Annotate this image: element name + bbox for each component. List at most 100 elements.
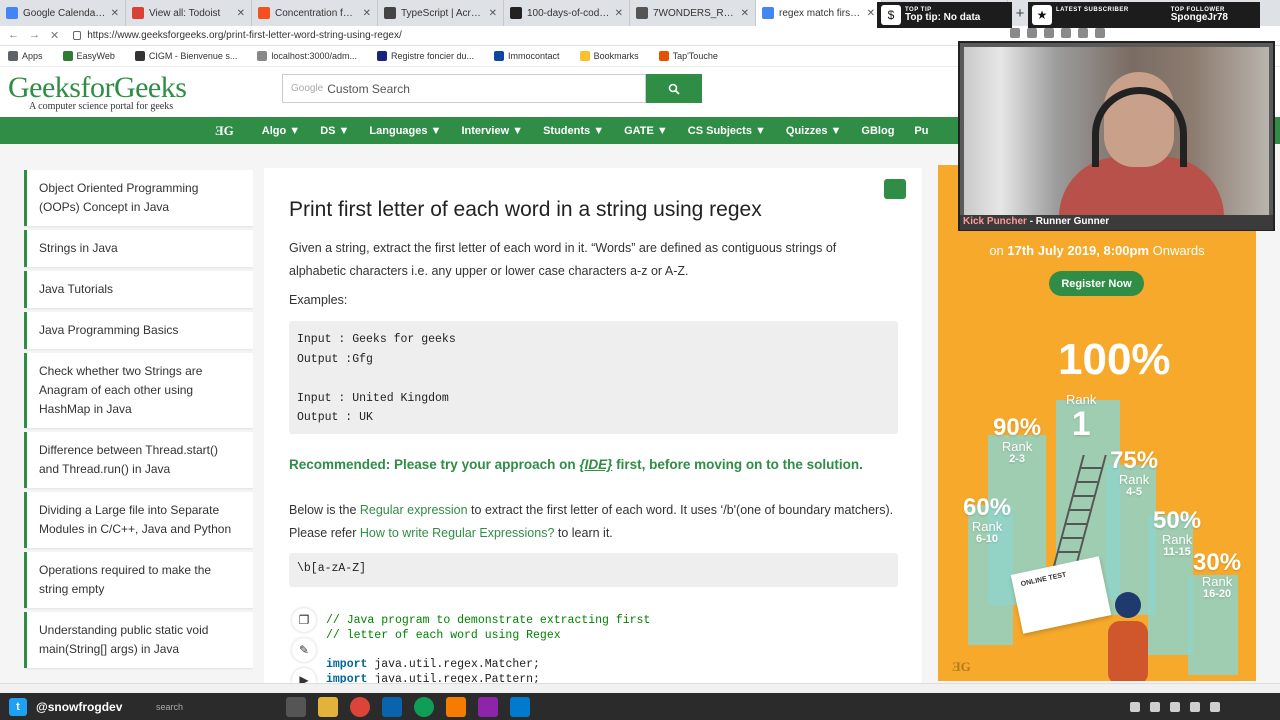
sidebar-item[interactable]: Check whether two Strings are Anagram of… (24, 353, 253, 428)
star-icon[interactable] (1027, 28, 1037, 38)
rank-pct: 30% (1193, 549, 1242, 576)
rank-pct: 50% (1153, 507, 1202, 534)
copy-icon[interactable]: ❐ (292, 608, 316, 632)
close-icon[interactable]: ✕ (363, 8, 371, 19)
tray-icon[interactable] (1210, 701, 1220, 712)
sidebar-item[interactable]: Java Programming Basics (24, 312, 253, 349)
sidebar-item[interactable]: Java Tutorials (24, 271, 253, 308)
nav-logo[interactable]: ƎG (215, 123, 234, 139)
nav-item[interactable]: Languages ▼ (369, 125, 441, 137)
bookmark-item[interactable]: CIGM - Bienvenue s... (134, 51, 237, 61)
rank-number: 2-3 (1009, 452, 1025, 465)
bookmark-item[interactable]: Apps (8, 51, 43, 61)
chrome-icon[interactable] (350, 696, 370, 717)
sidebar-item[interactable]: Difference between Thread.start() and Th… (24, 432, 253, 488)
search-button[interactable] (646, 74, 702, 103)
extension-icon[interactable] (1078, 28, 1088, 38)
tray-icon[interactable] (1150, 701, 1160, 712)
bookmark-item[interactable]: EasyWeb (62, 51, 115, 61)
nav-item[interactable]: Students ▼ (543, 125, 604, 137)
browser-tab[interactable]: View all: Todoist ✕ (126, 0, 252, 26)
ad-logo: ƎG (952, 659, 971, 674)
browser-tab[interactable]: 7WONDERS_RULES_US ✕ (630, 0, 756, 26)
subscriber-overlay: ★ LATEST SUBSCRIBER TOP FOLLOWER SpongeJ… (1028, 2, 1260, 28)
bookmark-item[interactable]: Immocontact (494, 51, 560, 61)
tab-favicon-icon (132, 7, 144, 19)
example-line (297, 369, 890, 389)
vscode-icon[interactable] (510, 696, 530, 717)
search-input[interactable]: Google Custom Search (282, 74, 646, 103)
bookmark-item[interactable]: localhost:3000/adm... (257, 51, 357, 61)
extension-icon[interactable] (1044, 28, 1054, 38)
sidebar-item[interactable]: Understanding public static void main(St… (24, 612, 253, 668)
close-icon[interactable]: ✕ (741, 8, 749, 19)
rank-word: Rank (1118, 472, 1150, 488)
app-icon[interactable] (446, 696, 466, 717)
nav-item[interactable]: DS ▼ (320, 125, 349, 137)
rank-word: Rank (971, 519, 1003, 535)
tray-icon[interactable] (1190, 701, 1200, 712)
bookmark-label: Immocontact (508, 51, 560, 61)
forward-icon[interactable]: → (29, 29, 40, 42)
write-regex-link[interactable]: How to write Regular Expressions? (360, 526, 555, 540)
nav-item[interactable]: CS Subjects ▼ (688, 125, 766, 137)
rank-number: 4-5 (1126, 485, 1142, 498)
bookmark-item[interactable]: Bookmarks (579, 51, 639, 61)
task-view-icon[interactable] (286, 696, 306, 717)
file-explorer-icon[interactable] (318, 696, 338, 717)
back-icon[interactable]: ← (8, 29, 19, 42)
close-icon[interactable]: ✕ (111, 8, 119, 19)
reload-icon[interactable]: ✕ (50, 29, 59, 42)
regular-expression-link[interactable]: Regular expression (360, 503, 468, 517)
code-comment: // Java program to demonstrate extractin… (326, 614, 651, 627)
browser-tab[interactable]: TypeScript | Acronym | ✕ (378, 0, 504, 26)
browser-tab[interactable]: Google Calendar - Wee ✕ (0, 0, 126, 26)
webcam-label-rest: - Runner Gunner (1026, 216, 1110, 227)
sidebar-item[interactable]: Object Oriented Programming (OOPs) Conce… (24, 170, 253, 226)
close-icon[interactable]: ✕ (867, 8, 875, 19)
bookmark-item[interactable]: Registre foncier du... (376, 51, 474, 61)
tab-favicon-icon (636, 7, 648, 19)
twitter-handle: @snowfrogdev (36, 699, 123, 714)
ad-date-suffix: Onwards (1149, 243, 1205, 258)
sidebar-item[interactable]: Operations required to make the string e… (24, 552, 253, 608)
search-icon (668, 83, 680, 95)
extension-icon[interactable] (1061, 28, 1071, 38)
sidebar-item[interactable]: Strings in Java (24, 230, 253, 267)
browser-tab[interactable]: Concentration for prog ✕ (252, 0, 378, 26)
bookmark-item[interactable]: Tap'Touche (658, 51, 718, 61)
nav-item[interactable]: GBlog (861, 125, 894, 137)
tray-icon[interactable] (1130, 701, 1140, 712)
tab-title: 7WONDERS_RULES_US (653, 7, 736, 19)
nav-item[interactable]: Quizzes ▼ (786, 125, 842, 137)
taskbar-search[interactable]: search (156, 702, 276, 712)
zoom-icon[interactable] (1010, 28, 1020, 38)
close-icon[interactable]: ✕ (615, 8, 623, 19)
close-icon[interactable]: ✕ (489, 8, 497, 19)
nav-item[interactable]: GATE ▼ (624, 125, 668, 137)
browser-icon[interactable] (414, 696, 434, 717)
outlook-icon[interactable] (382, 696, 402, 717)
edit-icon[interactable]: ✎ (292, 638, 316, 662)
run-icon[interactable]: ▶ (292, 668, 316, 684)
recommend-prefix: Recommended: Please try your approach on (289, 457, 580, 472)
tray-icon[interactable] (1170, 701, 1180, 712)
tab-favicon-icon (258, 7, 270, 19)
advertisement[interactable]: on 17th July 2019, 8:00pm Onwards Regist… (938, 165, 1256, 681)
nav-item[interactable]: Interview ▼ (461, 125, 523, 137)
sidebar-item[interactable]: Dividing a Large file into Separate Modu… (24, 492, 253, 548)
ide-link[interactable]: {IDE} (579, 457, 612, 472)
ad-date-prefix: on (989, 243, 1008, 258)
close-icon[interactable]: ✕ (237, 8, 245, 19)
app-icon[interactable] (478, 696, 498, 717)
nav-item[interactable]: Algo ▼ (262, 125, 300, 137)
url-field[interactable]: https://www.geeksforgeeks.org/print-firs… (73, 30, 402, 41)
nav-item[interactable]: Pu (914, 125, 928, 137)
rank-word: Rank (1201, 574, 1233, 590)
site-logo[interactable]: GeeksforGeeks (8, 71, 187, 105)
browser-tab[interactable]: regex match first letter ✕ (756, 0, 882, 26)
register-now-button[interactable]: Register Now (1049, 271, 1144, 296)
user-icon[interactable] (884, 179, 906, 199)
extension-icon[interactable] (1095, 28, 1105, 38)
browser-tab[interactable]: 100-days-of-code/log ✕ (504, 0, 630, 26)
